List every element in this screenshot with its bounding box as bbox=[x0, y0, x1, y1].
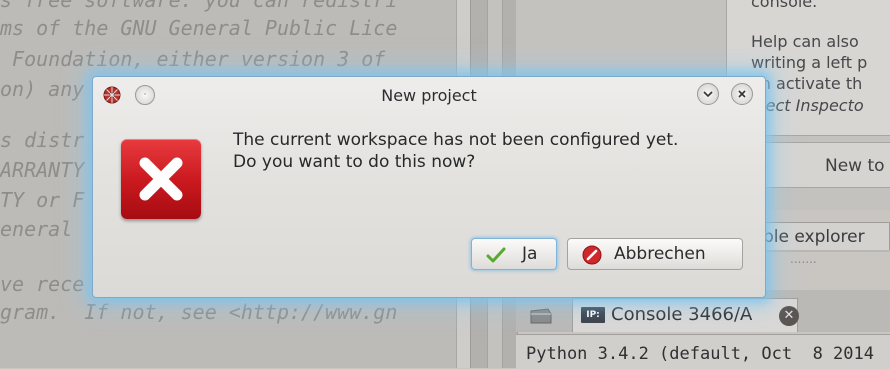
help-text: bject Inspecto bbox=[751, 96, 864, 115]
resize-handle-dots[interactable]: ....... bbox=[790, 252, 817, 266]
help-text: console. bbox=[751, 0, 818, 11]
cancel-button-label: Abbrechen bbox=[614, 244, 706, 264]
cancel-icon bbox=[582, 245, 602, 265]
close-icon bbox=[738, 90, 746, 98]
tab-variable-explorer[interactable]: ble explorer bbox=[756, 222, 890, 250]
dialog-title: New project bbox=[381, 86, 477, 105]
dialog-message: The current workspace has not been confi… bbox=[233, 129, 753, 173]
error-icon bbox=[121, 139, 201, 219]
dialog-titlebar[interactable]: · New project bbox=[93, 77, 765, 113]
message-line: Do you want to do this now? bbox=[233, 152, 476, 172]
yes-button-label: Ja bbox=[522, 244, 538, 264]
help-text: Help can also bbox=[751, 32, 859, 51]
chevron-down-icon bbox=[703, 91, 713, 98]
editor-line: ve rece bbox=[0, 272, 85, 296]
tab-console[interactable]: IP: Console 3466/A ✕ bbox=[572, 298, 799, 332]
editor-line: gram. If not, see <http://www.gn bbox=[0, 300, 398, 324]
editor-line: ms of the GNU General Public Lice bbox=[0, 16, 398, 40]
tab-menu-icon[interactable] bbox=[528, 306, 554, 326]
console-tab-label: Console 3466/A bbox=[611, 304, 753, 325]
editor-line: s free software: you can redistri bbox=[0, 0, 398, 12]
checkmark-icon bbox=[486, 247, 506, 263]
cancel-button[interactable]: Abbrechen bbox=[567, 238, 743, 270]
new-project-dialog: · New project The current workspace has … bbox=[92, 76, 766, 298]
help-new-button[interactable]: New to bbox=[762, 142, 890, 188]
ipython-icon: IP: bbox=[581, 307, 605, 323]
editor-line: TY or F bbox=[0, 188, 85, 212]
editor-line: eneral bbox=[0, 217, 73, 241]
editor-line: s distr bbox=[0, 128, 85, 152]
help-text: writing a left p bbox=[751, 53, 868, 72]
yes-button[interactable]: Ja bbox=[471, 238, 557, 270]
minimize-button[interactable] bbox=[697, 83, 719, 105]
close-button[interactable] bbox=[731, 83, 753, 105]
message-line: The current workspace has not been confi… bbox=[233, 130, 679, 150]
console-text: Python 3.4.2 (default, Oct 8 2014 bbox=[526, 344, 874, 364]
editor-line: Foundation, either version 3 of bbox=[0, 47, 386, 71]
editor-line: ARRANTY bbox=[0, 158, 85, 182]
x-mark-icon bbox=[139, 157, 183, 201]
help-text: an activate th bbox=[751, 74, 863, 93]
close-tab-icon[interactable]: ✕ bbox=[779, 306, 799, 326]
editor-line: on) any bbox=[0, 77, 85, 101]
